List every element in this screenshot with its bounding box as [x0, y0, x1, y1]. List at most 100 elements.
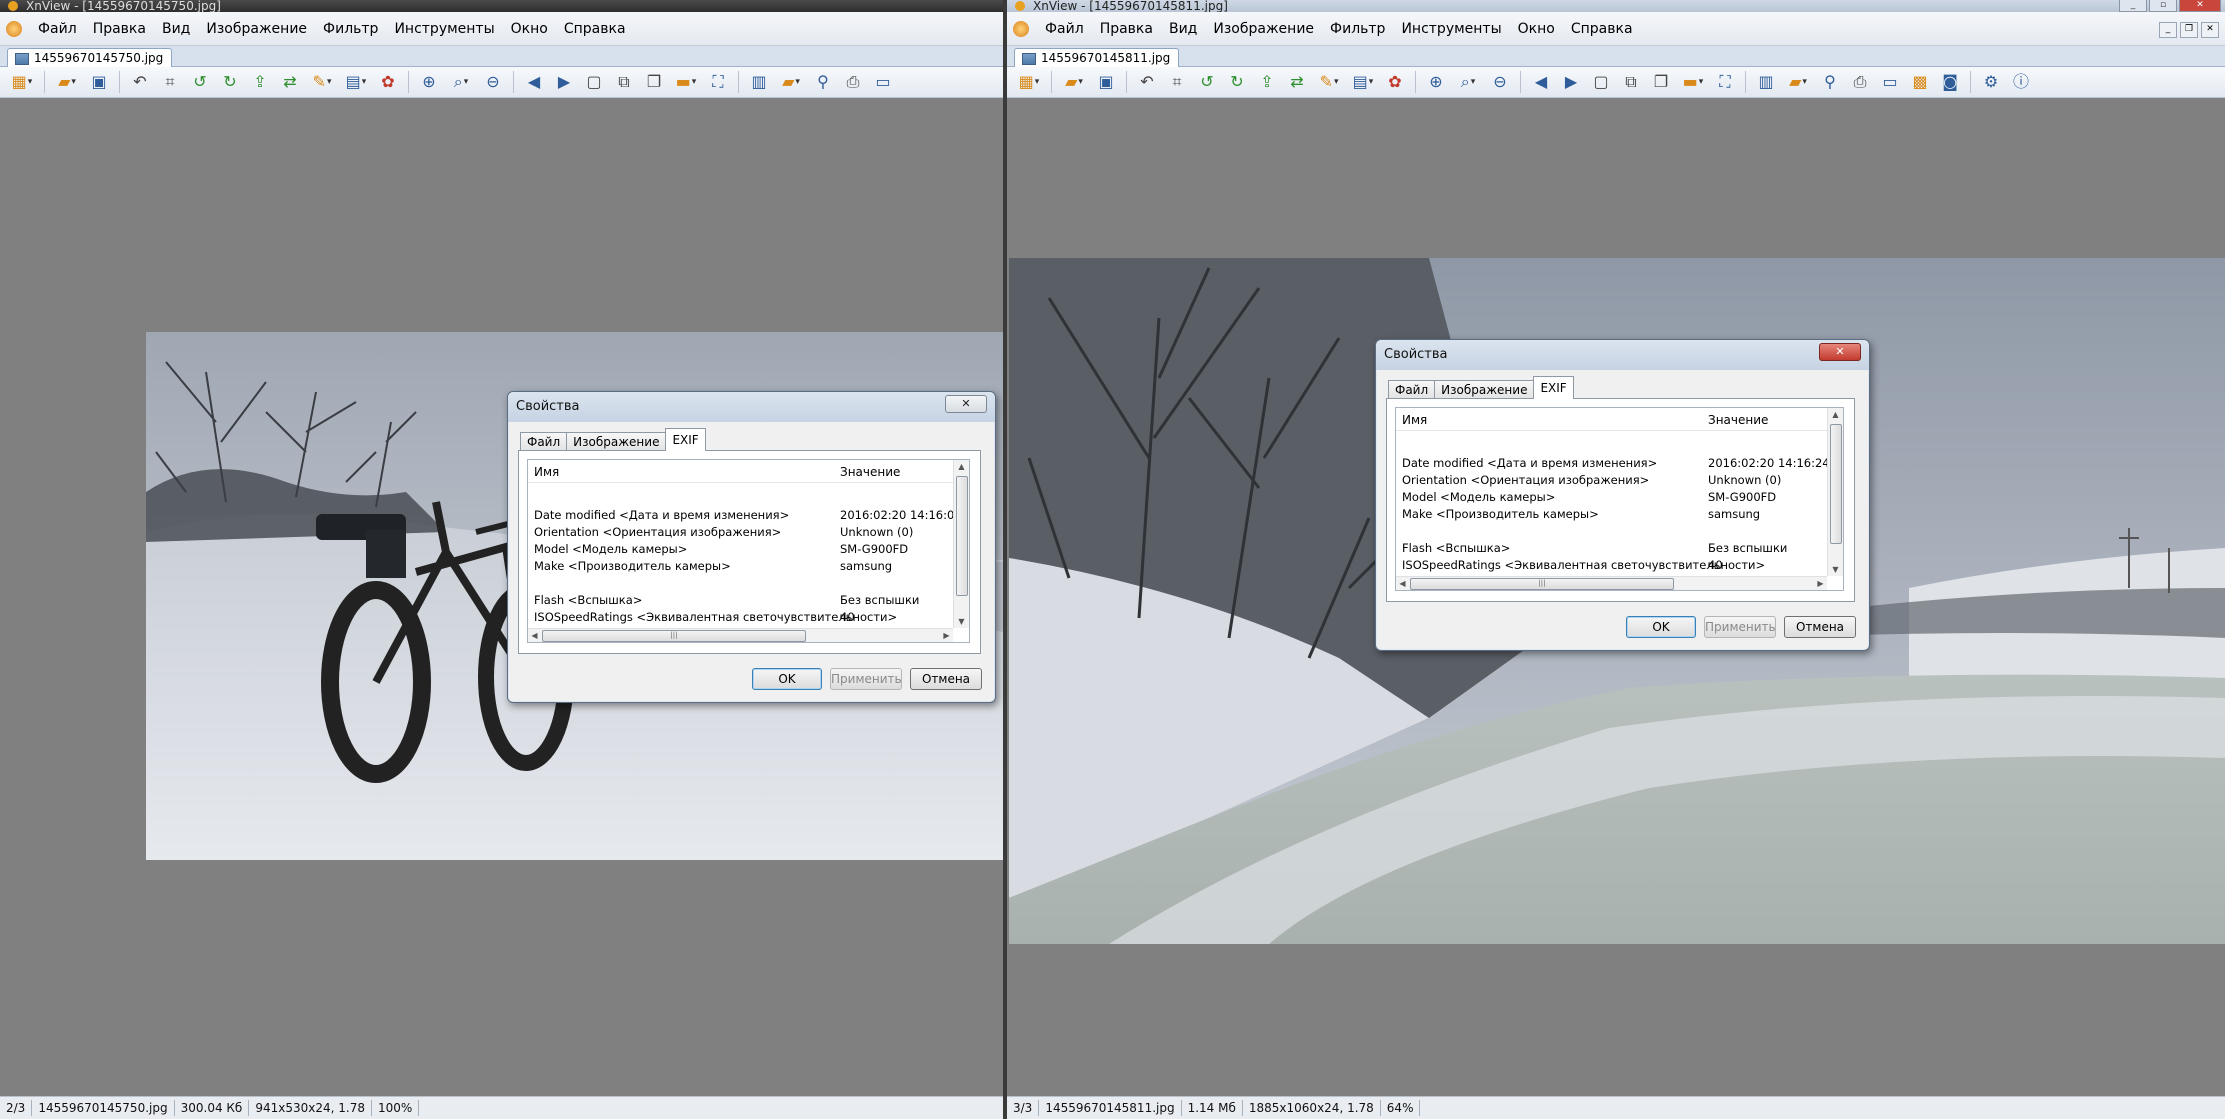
menu-window[interactable]: Окно: [1510, 21, 1563, 37]
zoom-out-icon[interactable]: ⊖: [1486, 70, 1514, 94]
menu-filter[interactable]: Фильтр: [1322, 21, 1393, 37]
restore-icon[interactable]: ❐: [2180, 22, 2198, 38]
menu-image[interactable]: Изображение: [1205, 21, 1322, 37]
fit-icon[interactable]: ▢: [1587, 70, 1615, 94]
document-tab[interactable]: 14559670145750.jpg: [7, 48, 173, 67]
tab-file[interactable]: Файл: [1388, 380, 1436, 399]
print-icon[interactable]: ⎙: [1846, 70, 1874, 94]
vertical-scrollbar[interactable]: ▲ ▼: [953, 460, 969, 628]
scroll-thumb[interactable]: [1830, 424, 1842, 544]
scroll-up-icon[interactable]: ▲: [1828, 408, 1843, 421]
ok-button[interactable]: OK: [1626, 616, 1696, 638]
tab-image[interactable]: Изображение: [1434, 380, 1535, 399]
zoom-dropdown-icon[interactable]: ⌕: [445, 70, 477, 94]
settings-icon[interactable]: ⚙: [1977, 70, 2005, 94]
fullscreen-icon[interactable]: ⛶: [1711, 70, 1739, 94]
crop-icon[interactable]: ⌗: [156, 70, 184, 94]
exif-row[interactable]: ISOSpeedRatings <Эквивалентная светочувс…: [1396, 557, 1827, 574]
tab-file[interactable]: Файл: [520, 432, 568, 451]
menu-file[interactable]: Файл: [30, 21, 85, 37]
close-window-icon[interactable]: ✕: [2179, 0, 2221, 12]
print-icon[interactable]: ⎙: [839, 70, 867, 94]
rotate-right-icon[interactable]: ↻: [216, 70, 244, 94]
dialog-titlebar[interactable]: [508, 392, 995, 422]
close-icon[interactable]: ✕: [945, 395, 987, 413]
apply-button[interactable]: Применить: [1704, 616, 1776, 638]
zoom-in-icon[interactable]: ⊕: [1422, 70, 1450, 94]
image-viewport[interactable]: Свойства ✕ Файл Изображение EXIF Имя Зна…: [1007, 98, 2225, 1097]
scroll-left-icon[interactable]: ◀: [528, 629, 541, 642]
tab-exif[interactable]: EXIF: [1533, 376, 1574, 399]
browser-icon[interactable]: ▦: [6, 70, 38, 94]
red-eye-icon[interactable]: ✿: [1381, 70, 1409, 94]
menu-window[interactable]: Окно: [503, 21, 556, 37]
exif-row[interactable]: [1396, 438, 1827, 455]
scroll-up-icon[interactable]: ▲: [954, 460, 969, 473]
zoom-out-icon[interactable]: ⊖: [479, 70, 507, 94]
browser-icon[interactable]: ▦: [1013, 70, 1045, 94]
copy-icon[interactable]: ⧉: [1617, 70, 1645, 94]
maximize-icon[interactable]: ▫: [2149, 0, 2177, 12]
next-icon[interactable]: ▶: [1557, 70, 1585, 94]
exif-list[interactable]: Имя Значение Date modified <Дата и время…: [527, 459, 970, 643]
scroll-down-icon[interactable]: ▼: [1828, 563, 1843, 576]
search-icon[interactable]: ⚲: [809, 70, 837, 94]
menu-tools[interactable]: Инструменты: [386, 21, 502, 37]
scroll-down-icon[interactable]: ▼: [954, 615, 969, 628]
scanner-icon[interactable]: ▭: [869, 70, 897, 94]
exif-row[interactable]: Flash <Вспышка> Без вспышки: [528, 592, 953, 609]
save-icon[interactable]: ▣: [85, 70, 113, 94]
exif-row[interactable]: Model <Модель камеры> SM-G900FD: [1396, 489, 1827, 506]
cancel-button[interactable]: Отмена: [1784, 616, 1856, 638]
slideshow-icon[interactable]: ▬: [670, 70, 702, 94]
menu-help[interactable]: Справка: [556, 21, 634, 37]
scroll-thumb[interactable]: |||: [542, 630, 806, 642]
column-header-name[interactable]: Имя: [534, 465, 559, 479]
undo-icon[interactable]: ↶: [126, 70, 154, 94]
red-eye-icon[interactable]: ✿: [374, 70, 402, 94]
rotate-left-icon[interactable]: ↺: [1193, 70, 1221, 94]
exif-row[interactable]: Orientation <Ориентация изображения> Unkn…: [528, 524, 953, 541]
slideshow-icon[interactable]: ▬: [1677, 70, 1709, 94]
paste-icon[interactable]: ❐: [640, 70, 668, 94]
vertical-scrollbar[interactable]: ▲ ▼: [1827, 408, 1843, 576]
filter-icon[interactable]: ▤: [1347, 70, 1379, 94]
menu-help[interactable]: Справка: [1563, 21, 1641, 37]
close-icon[interactable]: ✕: [2201, 22, 2219, 38]
capture-icon[interactable]: ▩: [1906, 70, 1934, 94]
export-icon[interactable]: ⇪: [246, 70, 274, 94]
zoom-dropdown-icon[interactable]: ⌕: [1452, 70, 1484, 94]
exif-row[interactable]: [528, 490, 953, 507]
exif-row[interactable]: Make <Производитель камеры> samsung: [1396, 506, 1827, 523]
properties-icon[interactable]: ▥: [1752, 70, 1780, 94]
zoom-in-icon[interactable]: ⊕: [415, 70, 443, 94]
tab-exif[interactable]: EXIF: [665, 428, 706, 451]
exif-row[interactable]: Orientation <Ориентация изображения> Unkn…: [1396, 472, 1827, 489]
menu-edit[interactable]: Правка: [85, 21, 154, 37]
save-icon[interactable]: ▣: [1092, 70, 1120, 94]
dialog-titlebar[interactable]: [1376, 340, 1869, 370]
next-icon[interactable]: ▶: [550, 70, 578, 94]
rotate-right-icon[interactable]: ↻: [1223, 70, 1251, 94]
menu-filter[interactable]: Фильтр: [315, 21, 386, 37]
menu-view[interactable]: Вид: [154, 21, 198, 37]
copy-icon[interactable]: ⧉: [610, 70, 638, 94]
exif-list[interactable]: Имя Значение Date modified <Дата и время…: [1395, 407, 1844, 591]
rotate-left-icon[interactable]: ↺: [186, 70, 214, 94]
image-viewport[interactable]: Свойства ✕ Файл Изображение EXIF Имя Зна…: [0, 98, 1003, 1097]
document-tab[interactable]: 14559670145811.jpg: [1014, 48, 1180, 67]
export-icon[interactable]: ⇪: [1253, 70, 1281, 94]
apply-button[interactable]: Применить: [830, 668, 902, 690]
convert-icon[interactable]: ⇄: [276, 70, 304, 94]
exif-row[interactable]: ISOSpeedRatings <Эквивалентная светочувс…: [528, 609, 953, 626]
undo-icon[interactable]: ↶: [1133, 70, 1161, 94]
previous-icon[interactable]: ◀: [520, 70, 548, 94]
menu-edit[interactable]: Правка: [1092, 21, 1161, 37]
column-header-name[interactable]: Имя: [1402, 413, 1427, 427]
exif-row[interactable]: Model <Модель камеры> SM-G900FD: [528, 541, 953, 558]
scroll-right-icon[interactable]: ▶: [1814, 577, 1827, 590]
cancel-button[interactable]: Отмена: [910, 668, 982, 690]
crop-icon[interactable]: ⌗: [1163, 70, 1191, 94]
search-icon[interactable]: ⚲: [1816, 70, 1844, 94]
menu-image[interactable]: Изображение: [198, 21, 315, 37]
